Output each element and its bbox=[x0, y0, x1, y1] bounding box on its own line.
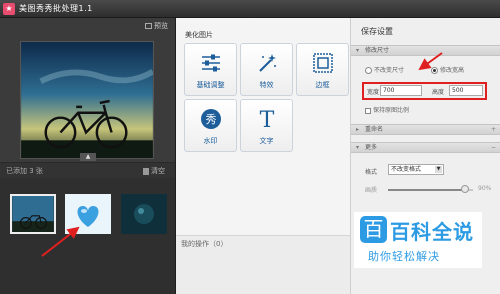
preview-icon bbox=[145, 23, 152, 29]
watermark-icon: 秀 bbox=[201, 109, 221, 129]
baike-watermark: 百 百科全说 助你轻松解决 bbox=[354, 212, 482, 268]
format-select[interactable]: 不改变格式 ▼ bbox=[388, 164, 444, 175]
beautify-title: 美化图片 bbox=[185, 31, 213, 39]
watermark-badge: 百 bbox=[360, 216, 387, 243]
tool-label: 基础调整 bbox=[196, 81, 225, 89]
section-more-label: 更多 bbox=[365, 144, 378, 151]
thumbnail-strip bbox=[0, 178, 175, 294]
text-glyph: T bbox=[260, 108, 275, 130]
tool-text[interactable]: T 文字 bbox=[240, 99, 293, 152]
magic-wand-icon bbox=[259, 54, 276, 72]
keep-ratio-checkbox[interactable]: 保持原图比例 bbox=[365, 105, 409, 114]
middle-panel: 美化图片 基础调整 特效 边框 秀 水印 T 文字 我的操作（0） bbox=[175, 18, 351, 294]
chevron-right-icon: ▸ bbox=[356, 126, 360, 133]
keep-ratio-label: 保持原图比例 bbox=[373, 107, 410, 114]
trash-icon bbox=[143, 167, 149, 175]
collapse-icon: − bbox=[490, 144, 496, 151]
tool-label: 水印 bbox=[203, 137, 218, 145]
section-resize-label: 修改尺寸 bbox=[365, 47, 390, 54]
chevron-down-icon: ▾ bbox=[356, 144, 360, 151]
tool-basic-adjust[interactable]: 基础调整 bbox=[184, 43, 237, 96]
section-resize[interactable]: ▾ 修改尺寸 bbox=[351, 45, 500, 56]
clear-button[interactable]: 清空 bbox=[143, 166, 165, 176]
quality-slider-thumb[interactable] bbox=[460, 185, 469, 193]
my-operations-label: 我的操作（0） bbox=[181, 240, 228, 248]
radio-change-size-label: 修改宽高 bbox=[440, 67, 465, 74]
meitu-app-icon: ★ bbox=[3, 3, 15, 15]
tool-label: 文字 bbox=[259, 137, 274, 145]
quality-slider-fill bbox=[388, 189, 465, 191]
frame-icon bbox=[313, 53, 333, 73]
text-icon: T bbox=[260, 108, 275, 130]
checkbox-box bbox=[365, 107, 371, 114]
added-bar: 已添加 3 张 清空 bbox=[0, 162, 175, 178]
chevron-down-icon: ▼ bbox=[435, 166, 442, 173]
preview-button[interactable]: 预览 bbox=[145, 21, 168, 31]
tool-effects[interactable]: 特效 bbox=[240, 43, 293, 96]
chevron-down-icon: ▾ bbox=[356, 47, 360, 54]
thumbnail-bicycle[interactable] bbox=[10, 194, 56, 234]
radio-keep-size[interactable]: 不改变尺寸 bbox=[365, 65, 404, 74]
section-rename-label: 重命名 bbox=[365, 126, 384, 133]
clear-label: 清空 bbox=[151, 167, 165, 175]
collapse-button[interactable]: ▲ bbox=[80, 153, 96, 161]
preview-image bbox=[20, 41, 154, 159]
radio-change-size[interactable]: 修改宽高 bbox=[431, 65, 464, 74]
format-label: 格式 bbox=[365, 169, 378, 176]
sliders-icon bbox=[202, 54, 220, 72]
thumbnail-blue-heart[interactable] bbox=[65, 194, 111, 234]
height-input[interactable]: 500 bbox=[449, 85, 483, 96]
quality-label: 画质 bbox=[365, 187, 378, 194]
watermark-title: 百科全说 bbox=[390, 220, 474, 244]
width-label: 宽度 bbox=[367, 89, 380, 96]
quality-value: 90% bbox=[478, 185, 492, 192]
watermark-subtitle: 助你轻松解决 bbox=[368, 250, 440, 263]
tool-watermark[interactable]: 秀 水印 bbox=[184, 99, 237, 152]
window-title: 美图秀秀批处理1.1 bbox=[19, 4, 93, 13]
format-value: 不改变格式 bbox=[391, 166, 422, 173]
section-rename[interactable]: ▸ 重命名 + bbox=[351, 124, 500, 135]
radio-keep-size-label: 不改变尺寸 bbox=[374, 67, 405, 74]
section-more[interactable]: ▾ 更多 − bbox=[351, 142, 500, 153]
my-operations-panel: 我的操作（0） bbox=[176, 235, 351, 294]
title-bar: ★ 美图秀秀批处理1.1 bbox=[0, 0, 500, 18]
tool-label: 特效 bbox=[259, 81, 274, 89]
preview-label: 预览 bbox=[154, 22, 168, 30]
tool-label: 边框 bbox=[315, 81, 330, 89]
width-input[interactable]: 700 bbox=[380, 85, 422, 96]
left-panel: 预览 ▲ 已添加 3 张 清空 bbox=[0, 18, 175, 294]
radio-dot-selected bbox=[431, 67, 438, 74]
radio-dot bbox=[365, 67, 372, 74]
tool-frame[interactable]: 边框 bbox=[296, 43, 349, 96]
added-count: 已添加 3 张 bbox=[6, 167, 43, 175]
thumbnail-underwater[interactable] bbox=[121, 194, 167, 234]
height-label: 高度 bbox=[432, 89, 445, 96]
expand-icon: + bbox=[490, 126, 496, 133]
watermark-glyph: 秀 bbox=[206, 113, 217, 126]
save-settings-title: 保存设置 bbox=[361, 27, 393, 36]
